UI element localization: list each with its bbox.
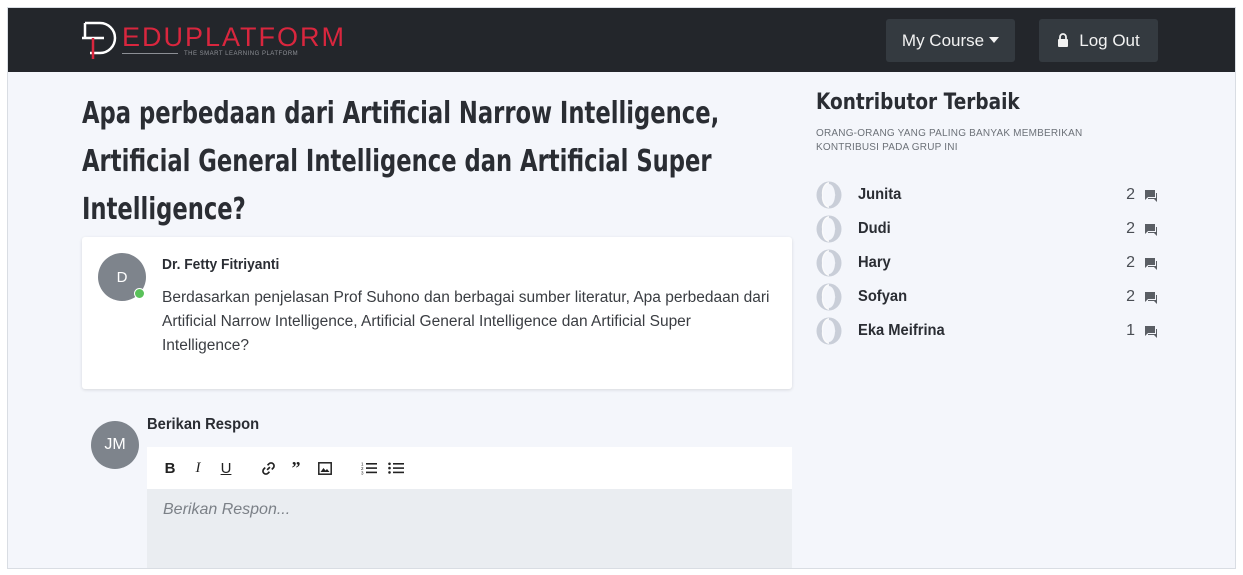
contributor-count: 2 xyxy=(1126,288,1135,305)
respond-label: Berikan Respon xyxy=(147,416,260,433)
brand-logo[interactable]: EDUPLATFORM THE SMART LEARNING PLATFORM xyxy=(82,21,344,61)
svg-text:3: 3 xyxy=(361,471,364,476)
sidebar-subtitle: ORANG-ORANG YANG PALING BANYAK MEMBERIKA… xyxy=(816,128,1083,153)
contributor-count: 1 xyxy=(1126,322,1135,339)
contributor-count: 2 xyxy=(1126,254,1135,271)
italic-icon[interactable]: I xyxy=(192,459,204,477)
bullet-list-icon[interactable] xyxy=(387,459,405,477)
contributor-name: Dudi xyxy=(858,220,891,237)
current-user-avatar: JM xyxy=(91,421,139,469)
logo-rule xyxy=(122,53,178,54)
page-frame: EDUPLATFORM THE SMART LEARNING PLATFORM … xyxy=(7,7,1236,569)
image-icon[interactable] xyxy=(317,459,333,477)
contributor-name: Eka Meifrina xyxy=(858,322,945,339)
sidebar-title: Kontributor Terbaik xyxy=(816,90,1020,115)
my-course-dropdown-button[interactable]: My Course xyxy=(886,19,1015,62)
logout-button[interactable]: Log Out xyxy=(1039,19,1158,62)
post-author-name[interactable]: Dr. Fetty Fitriyanti xyxy=(162,256,279,273)
caret-down-icon xyxy=(989,36,1000,43)
brand-tagline: THE SMART LEARNING PLATFORM xyxy=(184,51,299,57)
question-post-card: D Dr. Fetty Fitriyanti Berdasarkan penje… xyxy=(82,237,792,389)
logo-mark-icon xyxy=(82,21,117,59)
chat-icon xyxy=(1145,326,1157,338)
contributor-row[interactable]: Eka Meifrina 1 xyxy=(816,317,1159,345)
contributor-row[interactable]: Hary 2 xyxy=(816,249,1159,277)
post-body: Berdasarkan penjelasan Prof Suhono dan b… xyxy=(162,289,770,354)
contributor-count: 2 xyxy=(1126,220,1135,237)
editor-placeholder: Berikan Respon... xyxy=(163,501,291,518)
user-placeholder-icon xyxy=(816,181,842,209)
contributor-row[interactable]: Junita 2 xyxy=(816,181,1159,209)
logout-label: Log Out xyxy=(1079,30,1140,50)
editor-toolbar: B I U ” 1 2 3 xyxy=(147,447,792,489)
question-title: Apa perbedaan dari Artificial Narrow Int… xyxy=(82,96,720,227)
online-status-icon xyxy=(134,288,145,299)
user-placeholder-icon xyxy=(816,215,842,243)
underline-icon[interactable]: U xyxy=(219,459,233,477)
link-icon[interactable] xyxy=(260,459,276,477)
chat-icon xyxy=(1145,224,1157,236)
bold-icon[interactable]: B xyxy=(163,459,177,477)
response-editor[interactable]: Berikan Respon... xyxy=(147,489,792,568)
contributor-row[interactable]: Sofyan 2 xyxy=(816,283,1159,311)
chat-icon xyxy=(1145,190,1157,202)
lock-icon xyxy=(1058,32,1069,47)
quote-icon[interactable]: ” xyxy=(288,458,304,478)
top-navbar: EDUPLATFORM THE SMART LEARNING PLATFORM … xyxy=(8,8,1235,72)
contributor-name: Hary xyxy=(858,254,891,271)
contributor-row[interactable]: Dudi 2 xyxy=(816,215,1159,243)
author-avatar-initial: D xyxy=(116,268,128,286)
contributor-name: Junita xyxy=(858,186,902,203)
contributor-name: Sofyan xyxy=(858,288,908,305)
user-placeholder-icon xyxy=(816,249,842,277)
contributor-count: 2 xyxy=(1126,186,1135,203)
current-user-initials: JM xyxy=(104,436,126,453)
chat-icon xyxy=(1145,258,1157,270)
my-course-label: My Course xyxy=(901,30,985,50)
user-placeholder-icon xyxy=(816,317,842,345)
chat-icon xyxy=(1145,292,1157,304)
user-placeholder-icon xyxy=(816,283,842,311)
ordered-list-icon[interactable]: 1 2 3 xyxy=(360,459,378,477)
brand-name: EDUPLATFORM xyxy=(122,22,347,52)
